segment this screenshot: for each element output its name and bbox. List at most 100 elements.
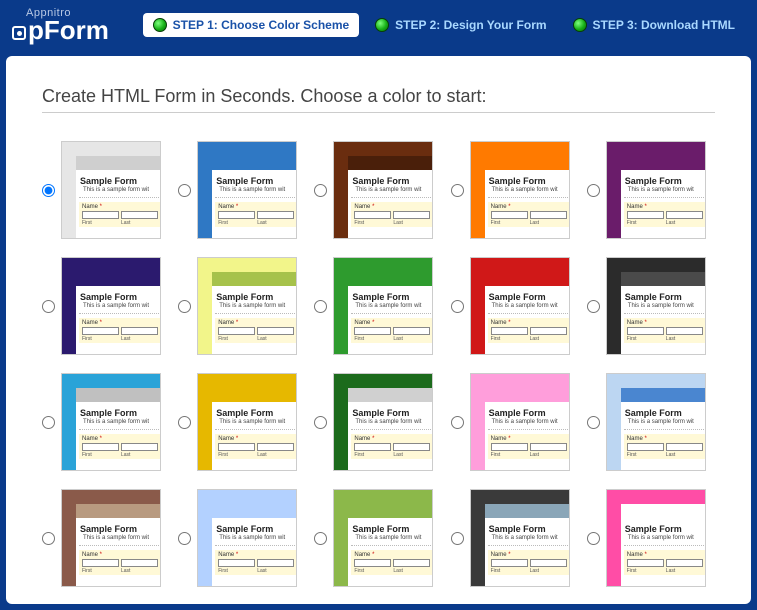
color-swatch[interactable]: Sample FormThis is a sample form witName…: [470, 489, 570, 587]
wizard-step-3[interactable]: STEP 3: Download HTML: [563, 13, 745, 37]
swatch-header: [621, 156, 706, 170]
swatch-title: Sample Form: [76, 518, 161, 535]
swatch-title: Sample Form: [212, 518, 297, 535]
swatch-subtitle: This is a sample form wit: [79, 187, 161, 198]
color-option[interactable]: Sample FormThis is a sample form witName…: [587, 489, 715, 587]
color-radio[interactable]: [314, 416, 327, 429]
color-swatch[interactable]: Sample FormThis is a sample form witName…: [470, 141, 570, 239]
swatch-field: Name *FirstLast: [488, 550, 570, 575]
color-radio[interactable]: [178, 300, 191, 313]
color-option[interactable]: Sample FormThis is a sample form witName…: [178, 141, 306, 239]
color-option[interactable]: Sample FormThis is a sample form witName…: [178, 373, 306, 471]
swatch-field: Name *FirstLast: [624, 202, 706, 227]
color-swatch[interactable]: Sample FormThis is a sample form witName…: [61, 257, 161, 355]
color-swatch[interactable]: Sample FormThis is a sample form witName…: [197, 141, 297, 239]
color-radio[interactable]: [178, 416, 191, 429]
color-option[interactable]: Sample FormThis is a sample form witName…: [178, 257, 306, 355]
color-option[interactable]: Sample FormThis is a sample form witName…: [587, 141, 715, 239]
color-radio[interactable]: [587, 300, 600, 313]
color-radio[interactable]: [314, 532, 327, 545]
color-option[interactable]: Sample FormThis is a sample form wit Name…: [178, 489, 306, 587]
swatch-subtitle: This is a sample form wit: [351, 535, 433, 546]
app-header: Appnitro pForm STEP 1: Choose Color Sche…: [0, 0, 757, 50]
swatch-header: [621, 388, 706, 402]
color-radio[interactable]: [451, 300, 464, 313]
color-option[interactable]: Sample FormThis is a sample form witName…: [587, 257, 715, 355]
swatch-header: [212, 388, 297, 402]
swatch-header: [485, 504, 570, 518]
color-swatch[interactable]: Sample FormThis is a sample form witName…: [470, 373, 570, 471]
color-radio[interactable]: [42, 532, 55, 545]
color-swatch[interactable]: Sample FormThis is a sample form witName…: [333, 141, 433, 239]
swatch-title: Sample Form: [485, 286, 570, 303]
wizard-steps: STEP 1: Choose Color SchemeSTEP 2: Desig…: [143, 13, 745, 37]
color-option[interactable]: Sample FormThis is a sample form witName…: [314, 141, 442, 239]
color-radio[interactable]: [178, 532, 191, 545]
swatch-field: Name *FirstLast: [351, 202, 433, 227]
color-swatch[interactable]: Sample FormThis is a sample form witName…: [333, 489, 433, 587]
swatch-subtitle: This is a sample form wit: [624, 187, 706, 198]
color-option[interactable]: Sample FormThis is a sample form witName…: [451, 141, 579, 239]
color-radio[interactable]: [42, 184, 55, 197]
swatch-title: Sample Form: [212, 170, 297, 187]
swatch-subtitle: This is a sample form wit: [215, 535, 297, 546]
color-swatch[interactable]: Sample FormThis is a sample form witName…: [197, 257, 297, 355]
wizard-step-1[interactable]: STEP 1: Choose Color Scheme: [143, 13, 360, 37]
swatch-field: Name *FirstLast: [215, 318, 297, 343]
color-swatch[interactable]: Sample FormThis is a sample form witName…: [197, 373, 297, 471]
color-option[interactable]: Sample FormThis is a sample form witName…: [587, 373, 715, 471]
color-radio[interactable]: [587, 532, 600, 545]
color-swatch[interactable]: Sample FormThis is a sample form witName…: [606, 489, 706, 587]
color-option[interactable]: Sample FormThis is a sample form witName…: [451, 373, 579, 471]
color-option[interactable]: Sample FormThis is a sample form witName…: [314, 489, 442, 587]
color-swatch[interactable]: Sample FormThis is a sample form wit Name…: [197, 489, 297, 587]
swatch-header: [76, 272, 161, 286]
swatch-title: Sample Form: [212, 286, 297, 303]
color-swatch[interactable]: Sample FormThis is a sample form witName…: [61, 141, 161, 239]
swatch-field: Name *FirstLast: [351, 434, 433, 459]
color-radio[interactable]: [587, 416, 600, 429]
color-radio[interactable]: [42, 416, 55, 429]
color-option[interactable]: Sample FormThis is a sample form witName…: [42, 257, 170, 355]
swatch-title: Sample Form: [348, 286, 433, 303]
color-option[interactable]: Sample FormThis is a sample form witName…: [451, 489, 579, 587]
swatch-title: Sample Form: [348, 402, 433, 419]
color-swatch[interactable]: Sample FormThis is a sample form witName…: [333, 257, 433, 355]
color-swatch[interactable]: Sample FormThis is a sample form witName…: [470, 257, 570, 355]
color-radio[interactable]: [314, 300, 327, 313]
color-option[interactable]: Sample FormThis is a sample form witName…: [314, 373, 442, 471]
color-swatch[interactable]: Sample FormThis is a sample form witName…: [61, 489, 161, 587]
color-swatch[interactable]: Sample FormThis is a sample form witName…: [606, 373, 706, 471]
color-swatch[interactable]: Sample FormThis is a sample form witName…: [606, 141, 706, 239]
color-radio[interactable]: [42, 300, 55, 313]
color-swatch[interactable]: Sample FormThis is a sample form witName…: [606, 257, 706, 355]
color-option[interactable]: Sample FormThis is a sample form witName…: [451, 257, 579, 355]
swatch-field: Name *FirstLast: [624, 550, 706, 575]
logo-icon: [12, 26, 26, 40]
color-swatch[interactable]: Sample FormThis is a sample form witName…: [333, 373, 433, 471]
swatch-subtitle: This is a sample form wit: [351, 187, 433, 198]
swatch-field: Name *FirstLast: [215, 550, 297, 575]
color-radio[interactable]: [587, 184, 600, 197]
swatch-title: Sample Form: [485, 402, 570, 419]
color-radio[interactable]: [178, 184, 191, 197]
wizard-step-2[interactable]: STEP 2: Design Your Form: [365, 13, 556, 37]
swatch-field: Name *FirstLast: [624, 434, 706, 459]
swatch-title: Sample Form: [76, 170, 161, 187]
color-option[interactable]: Sample FormThis is a sample form witName…: [314, 257, 442, 355]
color-radio[interactable]: [314, 184, 327, 197]
color-option[interactable]: Sample FormThis is a sample form witName…: [42, 141, 170, 239]
page-title: Create HTML Form in Seconds. Choose a co…: [42, 86, 715, 113]
swatch-header: [76, 388, 161, 402]
logo: Appnitro pForm: [12, 8, 109, 43]
color-option[interactable]: Sample FormThis is a sample form witName…: [42, 373, 170, 471]
color-radio[interactable]: [451, 416, 464, 429]
color-swatch[interactable]: Sample FormThis is a sample form witName…: [61, 373, 161, 471]
main-panel: Create HTML Form in Seconds. Choose a co…: [6, 56, 751, 604]
swatch-title: Sample Form: [76, 402, 161, 419]
swatch-subtitle: This is a sample form wit: [79, 419, 161, 430]
color-radio[interactable]: [451, 532, 464, 545]
swatch-subtitle: This is a sample form wit: [215, 187, 297, 198]
color-option[interactable]: Sample FormThis is a sample form witName…: [42, 489, 170, 587]
color-radio[interactable]: [451, 184, 464, 197]
